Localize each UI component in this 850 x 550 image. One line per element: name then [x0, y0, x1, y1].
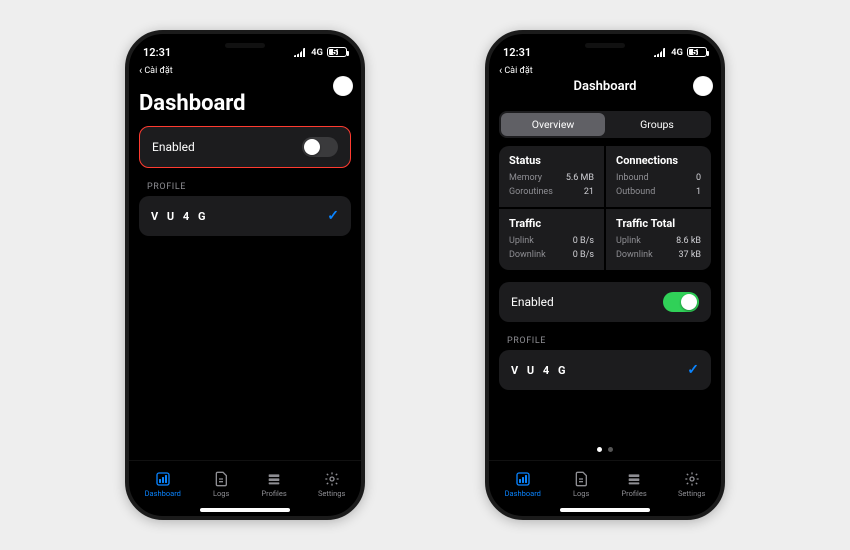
home-indicator[interactable] — [200, 508, 290, 512]
assistive-touch-icon[interactable] — [333, 76, 353, 96]
enabled-label: Enabled — [511, 295, 554, 309]
enabled-row[interactable]: Enabled — [499, 282, 711, 322]
dashboard-icon — [154, 471, 172, 487]
assistive-touch-icon[interactable] — [693, 76, 713, 96]
logs-icon — [572, 471, 590, 487]
back-label: Cài đặt — [504, 66, 532, 76]
back-nav[interactable]: ‹ Cài đặt — [489, 64, 721, 77]
phone-right: 12:31 4G 51 ‹ Cài đặt Dashboard Overview… — [485, 30, 725, 520]
checkmark-icon: ✓ — [327, 208, 339, 224]
profile-row[interactable]: V U 4 G ✓ — [499, 350, 711, 390]
stats-panel: Status Memory5.6 MB Goroutines21 Connect… — [499, 146, 711, 272]
profile-name: V U 4 G — [151, 210, 208, 223]
phone-left: 12:31 4G 51 ‹ Cài đặt Dashboard Enabled … — [125, 30, 365, 520]
settings-icon — [323, 471, 341, 487]
settings-icon — [683, 471, 701, 487]
nav-title: Dashboard — [489, 77, 721, 97]
seg-overview[interactable]: Overview — [501, 113, 605, 136]
segmented-control: Overview Groups — [499, 111, 711, 138]
notch — [545, 34, 665, 56]
tab-dashboard[interactable]: Dashboard — [505, 471, 541, 498]
profile-section-label: PROFILE — [139, 178, 351, 196]
tab-dashboard[interactable]: Dashboard — [145, 471, 181, 498]
logs-icon — [212, 471, 230, 487]
home-indicator[interactable] — [560, 508, 650, 512]
dashboard-icon — [514, 471, 532, 487]
stat-connections: Connections Inbound0 Outbound1 — [606, 146, 711, 207]
stat-status: Status Memory5.6 MB Goroutines21 — [499, 146, 604, 207]
enabled-toggle[interactable] — [302, 137, 338, 157]
checkmark-icon: ✓ — [687, 362, 699, 378]
screen-content: Dashboard Enabled PROFILE V U 4 G ✓ — [129, 77, 361, 460]
screen-content: Overview Groups Status Memory5.6 MB Goro… — [489, 97, 721, 460]
back-nav[interactable]: ‹ Cài đặt — [129, 64, 361, 77]
enabled-row[interactable]: Enabled — [139, 126, 351, 168]
enabled-toggle[interactable] — [663, 292, 699, 312]
tab-profiles[interactable]: Profiles — [261, 471, 286, 498]
status-time: 12:31 — [503, 46, 531, 59]
battery-icon: 51 — [687, 47, 707, 57]
seg-groups[interactable]: Groups — [605, 113, 709, 136]
tab-logs[interactable]: Logs — [572, 471, 590, 498]
stat-traffic-total: Traffic Total Uplink8.6 kB Downlink37 kB — [606, 209, 711, 270]
back-label: Cài đặt — [144, 66, 172, 76]
profile-section-label: PROFILE — [499, 332, 711, 350]
enabled-label: Enabled — [152, 140, 195, 154]
chevron-left-icon: ‹ — [139, 64, 142, 77]
network-label: 4G — [671, 47, 683, 58]
profile-row[interactable]: V U 4 G ✓ — [139, 196, 351, 236]
chevron-left-icon: ‹ — [499, 64, 502, 77]
battery-icon: 51 — [327, 47, 347, 57]
tab-profiles[interactable]: Profiles — [621, 471, 646, 498]
profiles-icon — [265, 471, 283, 487]
notch — [185, 34, 305, 56]
tab-settings[interactable]: Settings — [318, 471, 345, 498]
network-label: 4G — [311, 47, 323, 58]
tab-logs[interactable]: Logs — [212, 471, 230, 498]
profiles-icon — [625, 471, 643, 487]
status-time: 12:31 — [143, 46, 171, 59]
tab-settings[interactable]: Settings — [678, 471, 705, 498]
profile-name: V U 4 G — [511, 364, 568, 377]
page-title: Dashboard — [139, 91, 351, 116]
page-dots — [499, 439, 711, 460]
stat-traffic: Traffic Uplink0 B/s Downlink0 B/s — [499, 209, 604, 270]
